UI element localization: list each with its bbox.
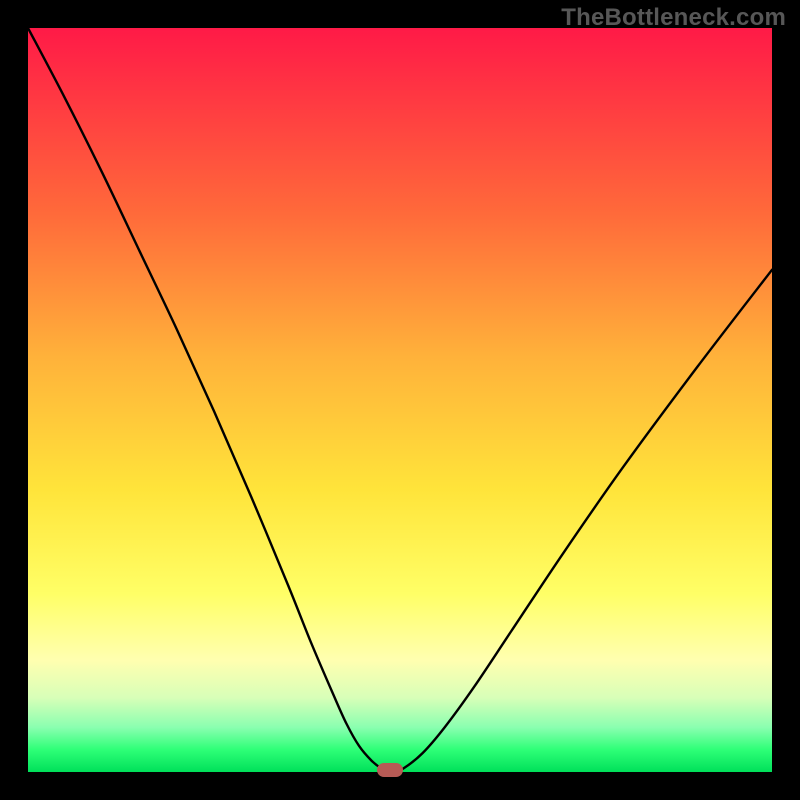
plot-area — [28, 28, 772, 772]
bottleneck-curve-path — [28, 28, 772, 771]
curve-svg — [28, 28, 772, 772]
chart-frame: TheBottleneck.com — [0, 0, 800, 800]
optimal-marker — [377, 763, 403, 777]
